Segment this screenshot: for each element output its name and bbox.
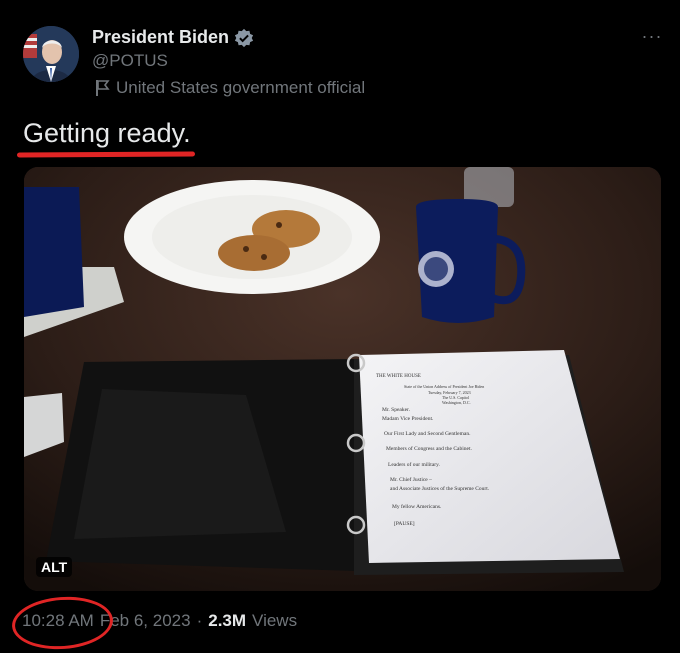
author-handle[interactable]: @POTUS xyxy=(92,51,168,71)
avatar-photo-icon xyxy=(23,26,79,82)
document-line: Mr. Chief Justice – xyxy=(390,476,432,483)
alt-text-button[interactable]: ALT xyxy=(36,557,73,577)
flag-icon xyxy=(96,80,110,96)
author-name[interactable]: President Biden xyxy=(92,27,229,48)
annotation-circle xyxy=(10,593,115,653)
document-line: Members of Congress and the Cabinet. xyxy=(386,445,472,452)
document-line: Madam Vice President. xyxy=(382,416,434,422)
tweet: President Biden @POTUS United States gov… xyxy=(0,0,680,653)
tweet-date[interactable]: Feb 6, 2023 xyxy=(100,611,191,631)
desk-photo-illustration: THE WHITE HOUSE State of the Union Addre… xyxy=(24,167,661,591)
meta-separator: · xyxy=(196,611,203,630)
document-line: Leaders of our military. xyxy=(388,461,440,468)
verified-badge-icon[interactable] xyxy=(234,28,254,48)
affiliation-text: United States government official xyxy=(116,78,366,97)
document-line: [PAUSE] xyxy=(394,521,415,527)
more-options-icon[interactable]: ··· xyxy=(640,24,664,48)
document-line: THE WHITE HOUSE xyxy=(376,374,421,379)
views-label: Views xyxy=(252,611,298,630)
document-line: Mr. Speaker. xyxy=(382,407,411,413)
document-line: Our First Lady and Second Gentleman. xyxy=(384,431,471,437)
tweet-photo[interactable]: THE WHITE HOUSE State of the Union Addre… xyxy=(24,167,661,591)
views-count: 2.3M xyxy=(208,611,247,630)
tweet-text: Getting ready. xyxy=(23,118,191,148)
avatar[interactable] xyxy=(23,26,79,82)
document-line: My fellow Americans. xyxy=(392,503,442,510)
document-line: State of the Union Address of President … xyxy=(404,384,484,389)
author-name-row: President Biden xyxy=(92,27,254,48)
annotation-underline xyxy=(16,151,196,158)
document-line: and Associate Justices of the Supreme Co… xyxy=(390,485,490,492)
affiliation-label: United States government official xyxy=(94,78,365,98)
